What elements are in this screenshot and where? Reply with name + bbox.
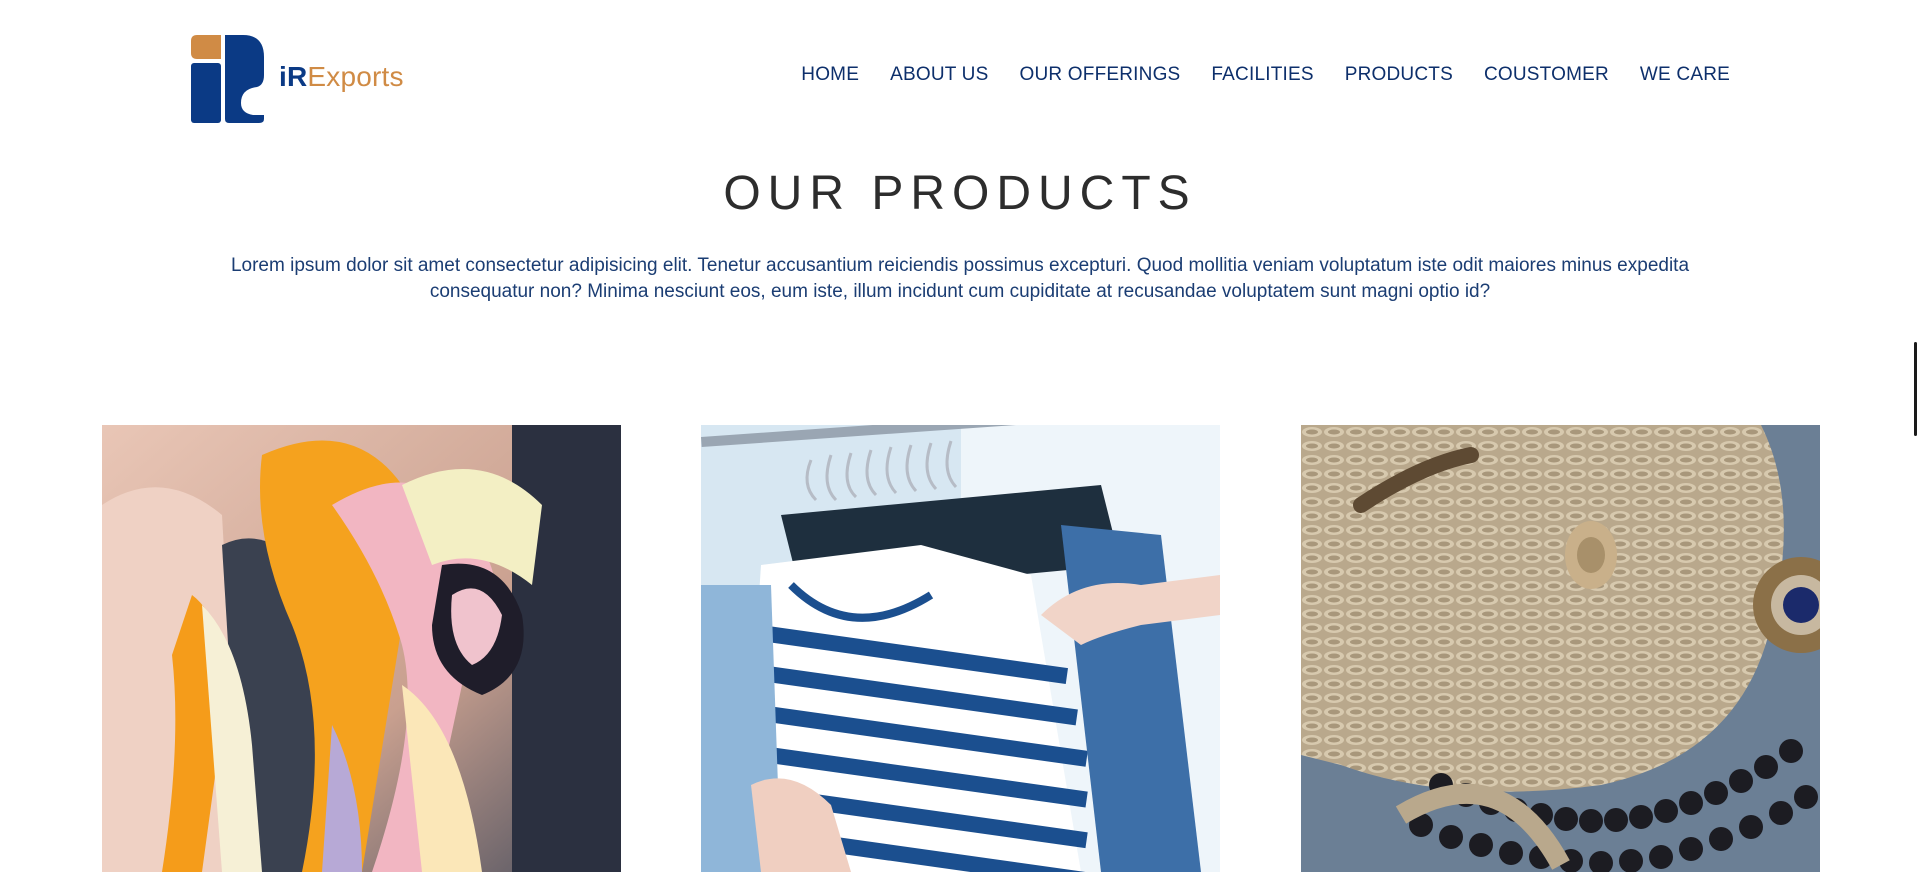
nav-item-about-us[interactable]: ABOUT US [890, 64, 988, 86]
products-section-description: Lorem ipsum dolor sit amet consectetur a… [230, 255, 1690, 302]
brand-logo[interactable]: iRExports [191, 35, 404, 123]
nav-item-coustomer[interactable]: COUSTOMER [1484, 64, 1609, 86]
nav-item-our-offerings[interactable]: OUR OFFERINGS [1019, 64, 1180, 86]
logo-mark-icon [191, 35, 264, 123]
nav-item-facilities[interactable]: FACILITIES [1211, 64, 1313, 86]
brand-name-suffix: Exports [307, 61, 404, 92]
scarves-photo [102, 425, 621, 872]
page: iRExports HOME ABOUT US OUR OFFERINGS FA… [0, 0, 1920, 872]
nav-item-home[interactable]: HOME [801, 64, 859, 86]
scroll-indicator[interactable] [1914, 342, 1917, 436]
nav-item-products[interactable]: PRODUCTS [1345, 64, 1453, 86]
shirts-photo [701, 425, 1220, 872]
basket-photo [1301, 425, 1820, 872]
product-tile-shirts[interactable] [701, 425, 1220, 872]
product-tile-scarves[interactable] [102, 425, 621, 872]
products-section-title: OUR PRODUCTS [723, 167, 1197, 220]
main-nav: HOME ABOUT US OUR OFFERINGS FACILITIES P… [801, 64, 1730, 86]
product-tile-basket[interactable] [1301, 425, 1820, 872]
brand-name-prefix: iR [279, 61, 308, 92]
nav-item-we-care[interactable]: WE CARE [1640, 64, 1730, 86]
brand-wordmark: iRExports [279, 63, 404, 95]
